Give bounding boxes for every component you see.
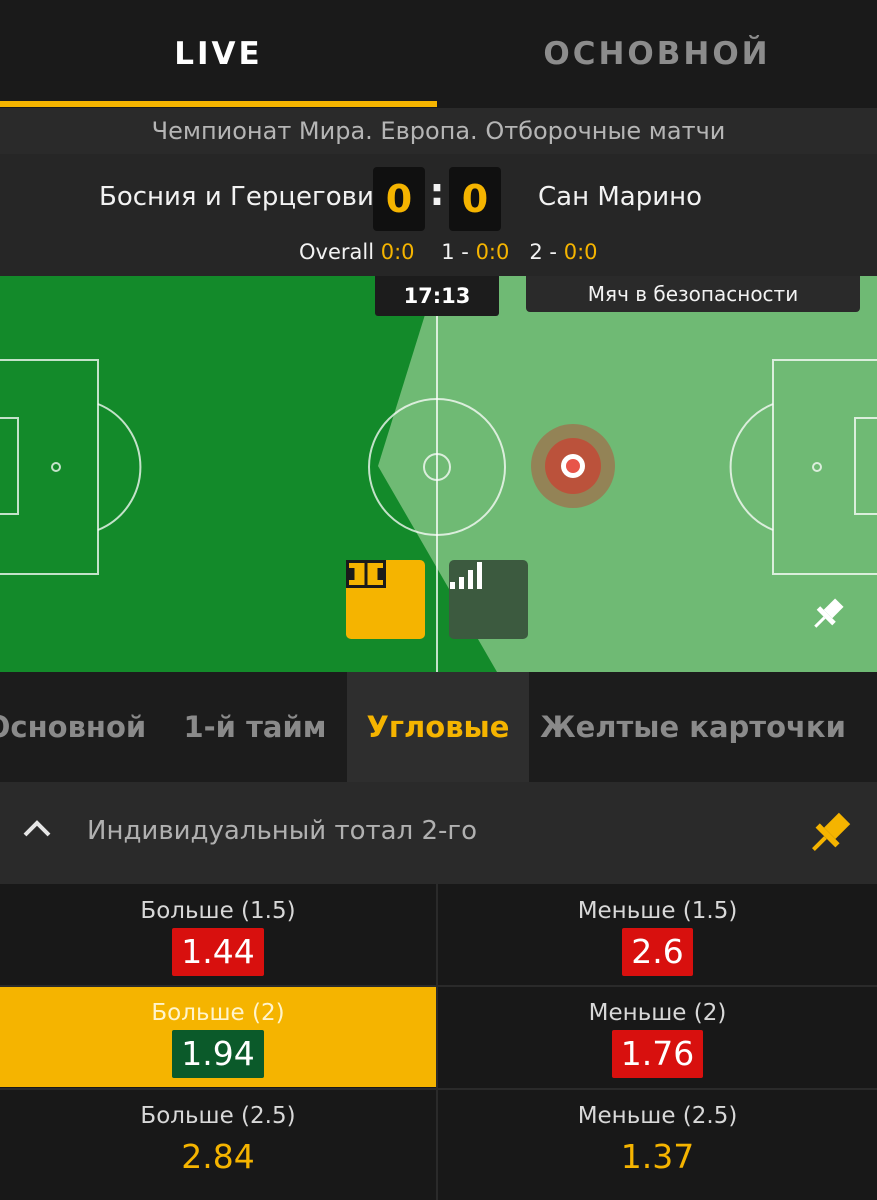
statistics-button[interactable]	[449, 560, 528, 639]
tab-live[interactable]: LIVE	[0, 0, 437, 108]
app-screen: LIVE ОСНОВНОЙ Чемпионат Мира. Европа. От…	[0, 0, 877, 1200]
period1-label: 1 -	[441, 240, 469, 264]
odds-over-2-5[interactable]: Больше (2.5) 2.84	[0, 1089, 436, 1190]
league-title: Чемпионат Мира. Европа. Отборочные матчи	[0, 108, 877, 154]
period1-score: 0:0	[475, 240, 510, 264]
chevron-up-icon[interactable]	[22, 818, 52, 838]
overall-label: Overall	[299, 240, 375, 264]
odds-value: 1.76	[611, 1030, 704, 1078]
market-tabs: Основной 1-й тайм Угловые Желтые карточк…	[0, 672, 877, 782]
active-tab-indicator	[0, 101, 437, 107]
odds-label: Меньше (2.5)	[577, 1103, 738, 1129]
odds-value: 1.37	[620, 1137, 695, 1176]
odds-under-2[interactable]: Меньше (2) 1.76	[438, 986, 877, 1087]
stats-bars-icon	[450, 562, 482, 589]
score-separator: :	[429, 170, 445, 214]
match-clock: 17:13	[375, 276, 499, 316]
match-tracker-pitch: 17:13 Мяч в безопасности	[0, 276, 877, 672]
odds-value: 2.84	[181, 1137, 255, 1176]
pin-tracker-button[interactable]	[808, 594, 854, 640]
top-tabs: LIVE ОСНОВНОЙ	[0, 0, 877, 108]
pin-market-icon[interactable]	[804, 809, 854, 859]
tab-market-first-half[interactable]: 1-й тайм	[170, 672, 340, 782]
period2-score: 0:0	[563, 240, 598, 264]
tab-market-yellow-cards[interactable]: Желтые карточки	[540, 672, 846, 782]
odds-under-2-5[interactable]: Меньше (2.5) 1.37	[438, 1089, 877, 1190]
odds-label: Меньше (2)	[588, 1000, 727, 1026]
tab-market-corners[interactable]: Угловые	[347, 672, 529, 782]
away-score: 0	[449, 167, 501, 231]
odds-value: 1.44	[172, 928, 264, 976]
odds-under-1-5[interactable]: Меньше (1.5) 2.6	[438, 884, 877, 985]
odds-over-1-5[interactable]: Больше (1.5) 1.44	[0, 884, 436, 985]
odds-label: Больше (1.5)	[140, 898, 296, 924]
market-title: Индивидуальный тотал 2-го	[87, 816, 477, 846]
home-score: 0	[373, 167, 425, 231]
tab-market-main[interactable]: Основной	[0, 672, 146, 782]
odds-over-2-selected[interactable]: Больше (2) 1.94	[0, 986, 436, 1087]
odds-label: Меньше (1.5)	[577, 898, 738, 924]
scoreboard: Босния и Герцеговина 0 : 0 Сан Марино Ov…	[0, 154, 877, 276]
field-view-button[interactable]	[346, 560, 425, 639]
market-section-header[interactable]: Индивидуальный тотал 2-го	[0, 782, 877, 884]
match-event-status: Мяч в безопасности	[526, 276, 860, 312]
overall-score: 0:0	[380, 240, 415, 264]
tab-main[interactable]: ОСНОВНОЙ	[437, 0, 877, 108]
odds-value: 1.94	[172, 1030, 264, 1078]
away-team-name: Сан Марино	[538, 182, 703, 212]
ball-marker	[531, 424, 615, 508]
period2-label: 2 -	[529, 240, 558, 264]
pin-icon	[814, 598, 844, 628]
period-scores: Overall 0:0 1 - 0:0 2 - 0:0	[299, 240, 598, 264]
field-view-icon	[346, 560, 386, 588]
odds-grid: Больше (1.5) 1.44 Меньше (1.5) 2.6 Больш…	[0, 884, 877, 1200]
row-divider	[0, 1088, 877, 1090]
odds-label: Больше (2.5)	[140, 1103, 296, 1129]
odds-value: 2.6	[622, 928, 693, 976]
column-divider	[436, 884, 438, 1200]
pitch-graphic	[0, 276, 877, 672]
odds-label: Больше (2)	[151, 1000, 285, 1026]
row-divider	[0, 985, 877, 987]
